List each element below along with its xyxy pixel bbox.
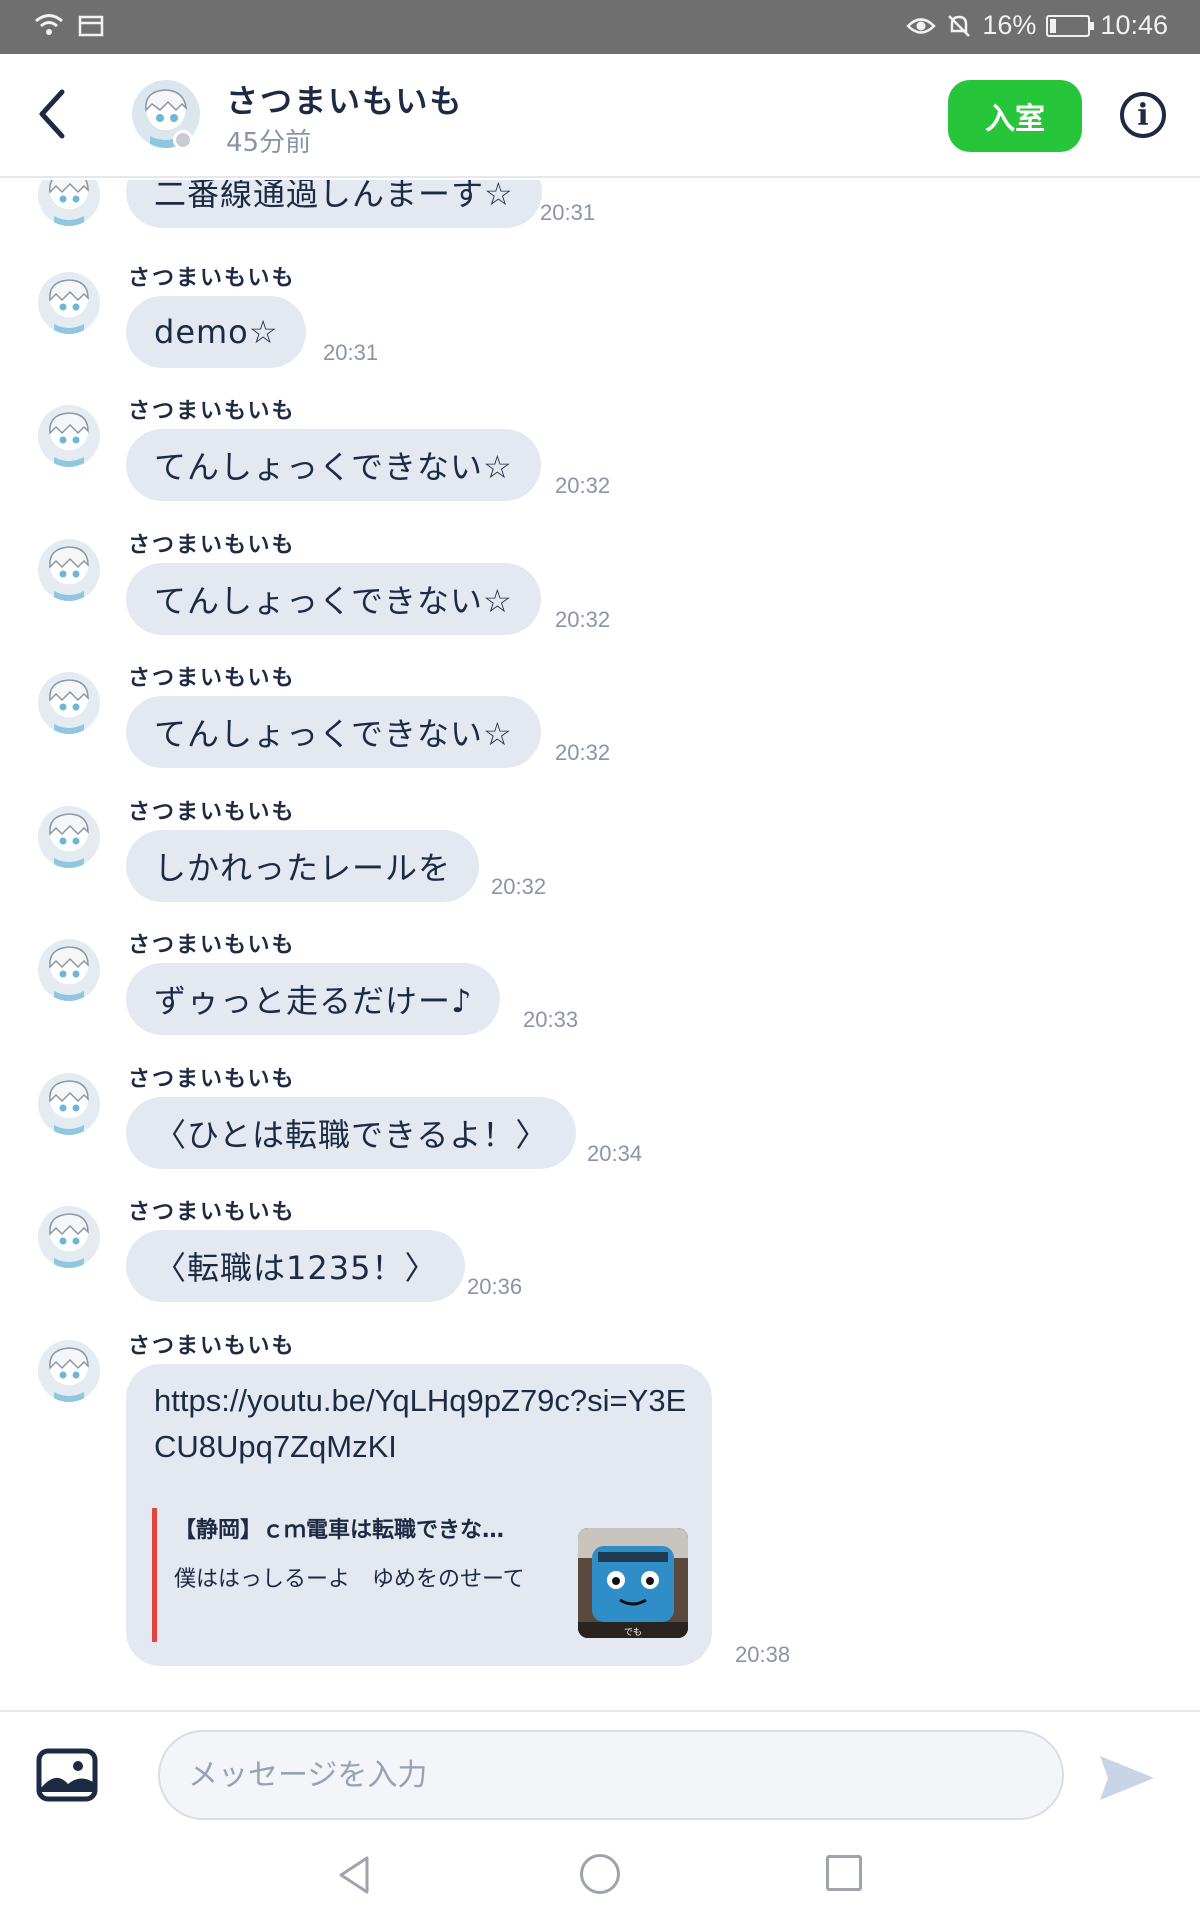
message-time: 20:36: [467, 1274, 523, 1299]
avatar[interactable]: [38, 539, 100, 601]
battery-percent: 16%: [982, 10, 1037, 40]
sender-name: さつまいもいも: [128, 800, 296, 825]
avatar[interactable]: [38, 1206, 100, 1268]
system-nav-bar: [0, 1828, 1200, 1920]
avatar[interactable]: [38, 405, 100, 467]
sender-name: さつまいもいも: [128, 933, 296, 958]
link-preview[interactable]: 【静岡】ｃｍ電車は転職できな… 僕ははっしるーよ ゆめをのせーて でも: [152, 1508, 688, 1642]
link-url[interactable]: https://youtu.be/YqLHq9pZ79c?si=Y3ECU8Up…: [154, 1378, 694, 1470]
message-bubble[interactable]: demo☆: [126, 296, 307, 368]
message-time: 20:34: [587, 1141, 643, 1166]
presence-dot: [173, 130, 193, 150]
nav-recent-icon[interactable]: [826, 1855, 862, 1891]
message-bubble[interactable]: 二番線通過しんまーす☆: [126, 180, 542, 228]
avatar-illustration: [49, 679, 89, 734]
preview-title: 【静岡】ｃｍ電車は転職できな…: [174, 1518, 505, 1543]
battery-fill: [1050, 18, 1057, 33]
status-right: 16% 10:46: [906, 10, 1168, 41]
image-icon[interactable]: [36, 1748, 98, 1802]
avatar[interactable]: [38, 806, 100, 868]
sender-name: さつまいもいも: [128, 266, 296, 291]
wifi-icon: [35, 14, 63, 35]
message-bubble[interactable]: てんしょっくできない☆: [126, 563, 541, 635]
last-seen: 45分前: [226, 128, 312, 158]
preview-description: 僕ははっしるーよ ゆめをのせーて: [174, 1567, 525, 1592]
avatar[interactable]: [38, 939, 100, 1001]
message-time: 20:33: [523, 1007, 579, 1032]
message-bubble[interactable]: ずゥっと走るだけー♪: [126, 963, 501, 1035]
avatar-illustration: [49, 813, 89, 868]
status-left: [34, 12, 104, 38]
thumbnail-caption: でも: [624, 1627, 642, 1638]
sender-name: さつまいもいも: [128, 1200, 296, 1225]
send-icon[interactable]: [1098, 1752, 1156, 1804]
avatar-illustration: [49, 279, 89, 334]
message-bubble[interactable]: てんしょっくできない☆: [126, 696, 541, 768]
chat-header: さつまいもいも 45分前 入室 i: [0, 54, 1200, 178]
sender-name: さつまいもいも: [128, 399, 296, 424]
message-list[interactable]: 二番線通過しんまーす☆ 20:31 さつまいもいも demo☆ 20:31 さつ…: [0, 180, 1200, 1710]
calendar-icon: [78, 15, 104, 37]
sender-name: さつまいもいも: [128, 666, 296, 691]
avatar[interactable]: [38, 272, 100, 334]
message-bubble[interactable]: しかれったレールを: [126, 830, 480, 902]
link-bubble[interactable]: https://youtu.be/YqLHq9pZ79c?si=Y3ECU8Up…: [126, 1364, 712, 1666]
avatar-illustration: [49, 1347, 89, 1402]
avatar-illustration: [49, 180, 89, 226]
avatar-illustration: [49, 412, 89, 467]
nav-home-icon[interactable]: [580, 1854, 620, 1894]
message-time: 20:31: [323, 340, 379, 365]
clock: 10:46: [1100, 10, 1168, 40]
message-bubble[interactable]: 〈ひとは転職できるよ！〉: [126, 1097, 577, 1169]
message-time: 20:32: [491, 874, 547, 899]
chat-title: さつまいもいも: [226, 82, 464, 120]
eye-icon: [906, 17, 937, 34]
sender-name: さつまいもいも: [128, 1334, 296, 1359]
preview-accent-bar: [152, 1508, 157, 1642]
message-bubble[interactable]: 〈転職は1235！〉: [126, 1230, 466, 1302]
avatar[interactable]: [38, 672, 100, 734]
message-time: 20:32: [555, 473, 611, 498]
avatar-illustration: [49, 1213, 89, 1268]
nav-back-icon[interactable]: [335, 1854, 375, 1896]
message-time: 20:31: [540, 200, 596, 225]
message-time: 20:32: [555, 607, 611, 632]
avatar-illustration: [49, 946, 89, 1001]
enter-room-button[interactable]: 入室: [948, 80, 1082, 152]
avatar[interactable]: [38, 180, 100, 226]
bell-off-icon: [948, 14, 971, 37]
message-time: 20:38: [735, 1642, 791, 1667]
message-time: 20:32: [555, 740, 611, 765]
video-thumbnail[interactable]: でも: [578, 1528, 688, 1638]
battery-icon: [1046, 14, 1095, 37]
info-icon[interactable]: i: [1120, 92, 1166, 138]
composer: [0, 1710, 1200, 1828]
status-bar: 16% 10:46: [0, 0, 1200, 54]
chevron-left-icon[interactable]: [28, 84, 76, 144]
avatar-illustration: [49, 1080, 89, 1135]
avatar[interactable]: [38, 1340, 100, 1402]
avatar-illustration: [49, 546, 89, 601]
sender-name: さつまいもいも: [128, 1067, 296, 1092]
avatar[interactable]: [38, 1073, 100, 1135]
message-bubble[interactable]: てんしょっくできない☆: [126, 429, 541, 501]
train-thumbnail-image: でも: [578, 1528, 688, 1638]
sender-name: さつまいもいも: [128, 533, 296, 558]
message-input[interactable]: [158, 1730, 1064, 1820]
